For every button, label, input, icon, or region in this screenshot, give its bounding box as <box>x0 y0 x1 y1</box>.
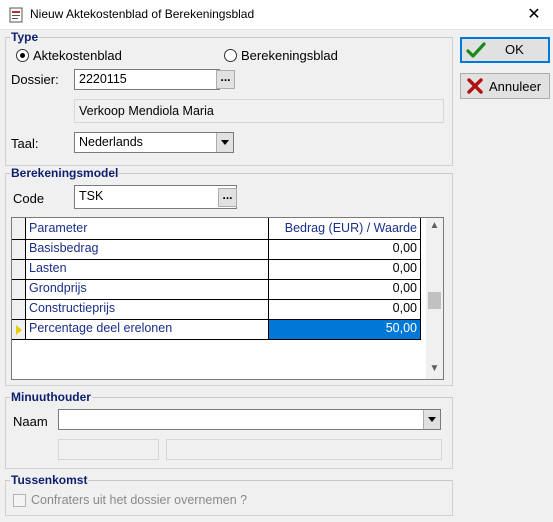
close-icon[interactable]: ✕ <box>520 3 548 27</box>
confraters-checkbox[interactable] <box>13 494 26 507</box>
table-row-value[interactable]: 0,00 <box>269 280 421 300</box>
minuuthouder-field-2 <box>58 439 159 460</box>
naam-label: Naam <box>13 414 48 429</box>
radio-aktekostenblad-label[interactable]: Aktekostenblad <box>33 48 122 63</box>
ok-button[interactable]: OK <box>460 37 550 63</box>
parameter-grid[interactable]: Parameter Bedrag (EUR) / Waarde Basisbed… <box>11 217 444 380</box>
tussenkomst-legend: Tussenkomst <box>10 473 89 487</box>
scroll-down-icon[interactable]: ▼ <box>426 363 443 377</box>
dossier-label: Dossier: <box>11 72 59 87</box>
row-selector[interactable] <box>12 280 26 300</box>
row-selector-current[interactable] <box>12 320 26 340</box>
radio-aktekostenblad[interactable] <box>16 49 29 62</box>
table-row-parameter[interactable]: Percentage deel erelonen <box>26 320 269 340</box>
check-icon <box>466 42 486 58</box>
table-row-parameter[interactable]: Constructieprijs <box>26 300 269 320</box>
table-row-value[interactable]: 0,00 <box>269 260 421 280</box>
type-legend: Type <box>10 30 40 44</box>
current-row-arrow-icon <box>16 325 22 335</box>
berekeningsmodel-legend: Berekeningsmodel <box>10 166 120 180</box>
grid-header-value[interactable]: Bedrag (EUR) / Waarde <box>269 218 421 240</box>
minuuthouder-field-3 <box>166 439 442 460</box>
row-selector[interactable] <box>12 260 26 280</box>
grid-corner <box>12 218 26 240</box>
taal-select[interactable]: Nederlands <box>74 132 234 153</box>
naam-select[interactable] <box>58 409 441 430</box>
row-selector[interactable] <box>12 300 26 320</box>
row-selector[interactable] <box>12 240 26 260</box>
table-row-value[interactable]: 0,00 <box>269 300 421 320</box>
minuuthouder-legend: Minuuthouder <box>10 390 92 404</box>
code-label: Code <box>13 191 45 206</box>
code-field[interactable]: TSK <box>74 185 237 209</box>
dossier-field[interactable]: 2220115 <box>74 69 220 90</box>
close-icon <box>467 78 483 94</box>
table-row-value-selected[interactable]: 50,00 <box>269 320 421 340</box>
ok-label: OK <box>505 42 524 57</box>
dossier-name-field: Verkoop Mendiola Maria <box>74 99 444 123</box>
table-row-parameter[interactable]: Lasten <box>26 260 269 280</box>
app-icon <box>8 7 24 23</box>
taal-label: Taal: <box>11 136 39 151</box>
table-row-parameter[interactable]: Basisbedrag <box>26 240 269 260</box>
table-row-value[interactable]: 0,00 <box>269 240 421 260</box>
code-browse-button[interactable]: ... <box>218 188 237 207</box>
cancel-button[interactable]: Annuleer <box>460 73 550 99</box>
radio-berekeningsblad-label[interactable]: Berekeningsblad <box>241 48 338 63</box>
scroll-up-icon[interactable]: ▲ <box>426 220 443 234</box>
grid-header-parameter[interactable]: Parameter <box>26 218 269 240</box>
scroll-thumb[interactable] <box>428 292 441 309</box>
table-row-parameter[interactable]: Grondprijs <box>26 280 269 300</box>
chevron-down-icon[interactable] <box>423 410 440 429</box>
window-title: Nieuw Aktekostenblad of Berekeningsblad <box>30 7 255 21</box>
dossier-browse-button[interactable]: ... <box>216 70 235 89</box>
cancel-label: Annuleer <box>489 79 542 94</box>
confraters-checkbox-label[interactable]: Confraters uit het dossier overnemen ? <box>31 493 247 507</box>
radio-berekeningsblad[interactable] <box>224 49 237 62</box>
chevron-down-icon[interactable] <box>216 133 233 152</box>
